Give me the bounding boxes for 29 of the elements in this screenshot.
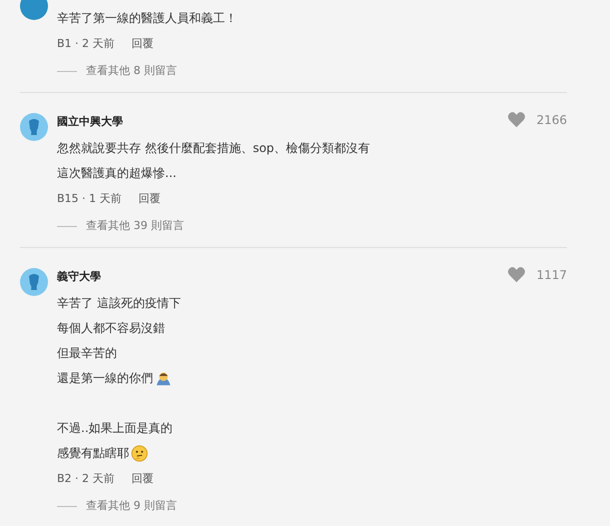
heart-icon[interactable] [507, 111, 526, 128]
thinking-emoji-icon [131, 445, 148, 462]
comment-meta: B2 · 2 天前 [57, 471, 115, 487]
comment-meta: B15 · 1 天前 [57, 191, 122, 207]
comment-text: 還是第一線的你們 [57, 370, 153, 387]
reply-link[interactable]: 回覆 [132, 466, 154, 491]
avatar[interactable] [20, 0, 48, 20]
like-count: 2166 [536, 112, 567, 126]
comment-text: 不過..如果上面是真的 [57, 420, 173, 437]
comment-meta: B1 · 2 天前 [57, 36, 115, 52]
comment-text: 忽然就說要共存 然後什麼配套措施、sop、檢傷分類都沒有 [57, 140, 370, 157]
comment-text: 這次醫護真的超爆慘... [57, 165, 176, 182]
comment-text: 辛苦了第一線的醫護人員和義工！ [57, 10, 237, 27]
view-more-replies-link[interactable]: 查看其他 39 則留言 [86, 216, 184, 236]
comment-text: 感覺有點瞎耶 [57, 445, 129, 462]
bowing-emoji-icon [155, 370, 172, 387]
avatar[interactable] [20, 113, 48, 141]
heart-icon[interactable] [507, 266, 526, 283]
author-name: 國立中興大學 [57, 114, 124, 130]
view-more-replies-link[interactable]: 查看其他 9 則留言 [86, 496, 177, 516]
author-name: 義守大學 [57, 269, 102, 285]
avatar[interactable] [20, 268, 48, 296]
reply-link[interactable]: 回覆 [132, 31, 154, 56]
view-more-replies-link[interactable]: 查看其他 8 則留言 [86, 61, 177, 81]
comment-text: 每個人都不容易沒錯 [57, 320, 165, 337]
comment-text: 但最辛苦的 [57, 345, 117, 362]
like-count: 1117 [536, 268, 567, 282]
reply-link[interactable]: 回覆 [138, 186, 161, 211]
comment-text: 辛苦了 這該死的疫情下 [57, 295, 181, 312]
